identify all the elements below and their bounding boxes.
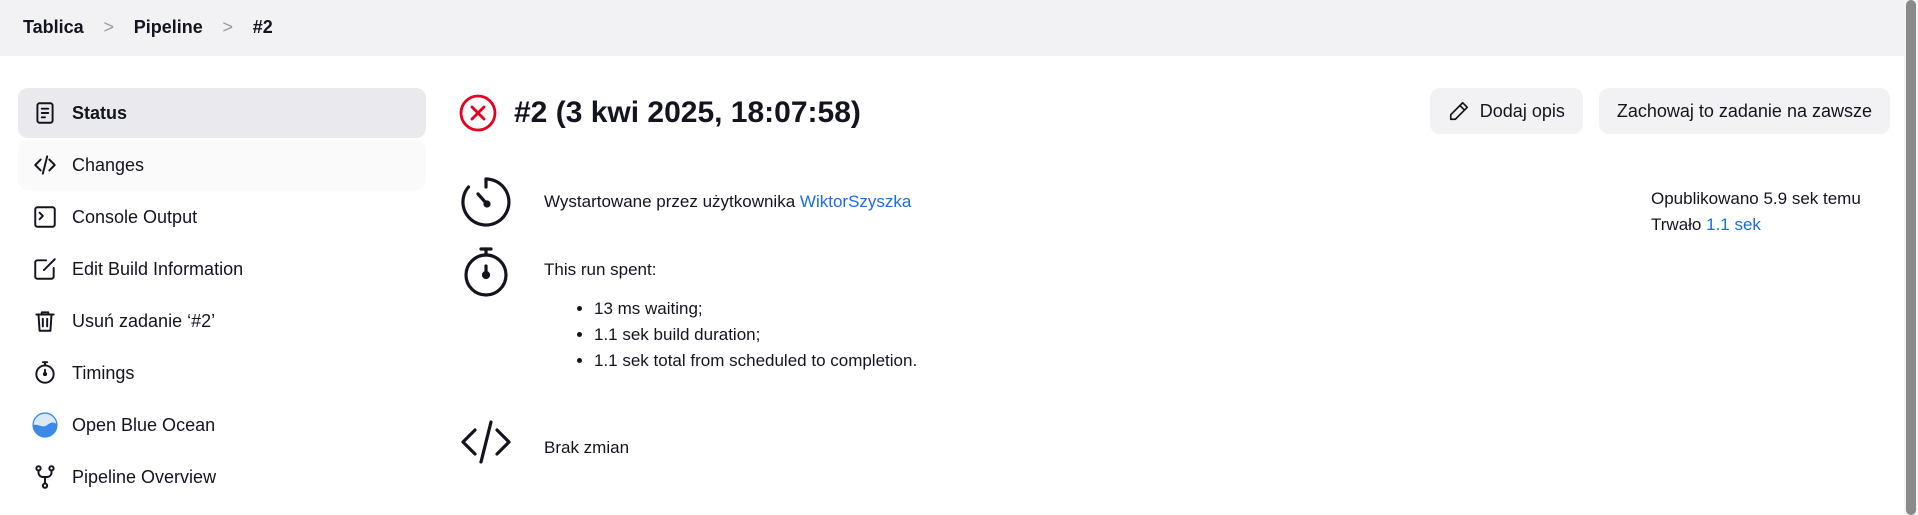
duration-link[interactable]: 1.1 sek — [1706, 215, 1761, 234]
keep-build-forever-label: Zachowaj to zadanie na zawsze — [1616, 100, 1872, 121]
sidebar-item-label: Open Blue Ocean — [72, 414, 216, 435]
sidebar-item-status[interactable]: Status — [18, 88, 426, 138]
breadcrumb: Tablica > Pipeline > #2 — [23, 17, 273, 38]
keep-build-forever-button[interactable]: Zachowaj to zadanie na zawsze — [1598, 88, 1890, 134]
sidebar-item-label: Edit Build Information — [72, 258, 244, 279]
page-title: #2 (3 kwi 2025, 18:07:58) — [514, 96, 861, 129]
changes-summary: Brak zmian — [458, 414, 629, 470]
sidebar-item-open-blue-ocean[interactable]: Open Blue Ocean — [18, 400, 426, 450]
terminal-icon — [32, 204, 58, 230]
stopwatch-icon — [464, 247, 508, 297]
sidebar-item-changes[interactable]: Changes — [18, 140, 426, 190]
breadcrumb-separator: > — [222, 17, 233, 37]
scrollbar-thumb[interactable] — [1906, 0, 1916, 515]
timer-icon — [461, 177, 511, 227]
blue-ocean-icon — [32, 412, 58, 438]
build-meta: Opublikowano 5.9 sek temu Trwało 1.1 sek — [1651, 186, 1861, 238]
stopwatch-icon — [32, 360, 58, 386]
sidebar-item-timings[interactable]: Timings — [18, 348, 426, 398]
timing-item-build-duration: 1.1 sek build duration; — [594, 322, 917, 348]
sidebar-item-label: Changes — [72, 154, 145, 175]
sidebar-item-label: Pipeline Overview — [72, 466, 217, 487]
sidebar-item-label: Console Output — [72, 206, 198, 227]
vertical-scrollbar[interactable] — [1904, 0, 1918, 515]
add-description-button[interactable]: Dodaj opis — [1429, 88, 1583, 134]
breadcrumb-separator: > — [103, 17, 114, 37]
sidebar-item-delete-build[interactable]: Usuń zadanie ‘#2’ — [18, 296, 426, 346]
pipeline-fork-icon — [32, 464, 58, 490]
failed-x-icon — [459, 94, 497, 132]
edit-icon — [32, 256, 58, 282]
breadcrumb-bar: Tablica > Pipeline > #2 — [0, 0, 1904, 56]
timing-item-waiting: 13 ms waiting; — [594, 296, 917, 322]
code-icon — [461, 420, 511, 464]
build-duration: Trwało 1.1 sek — [1651, 212, 1861, 238]
breadcrumb-item-dashboard[interactable]: Tablica — [23, 17, 84, 38]
started-by-prefix: Wystartowane przez użytkownika — [544, 192, 796, 211]
build-timing: This run spent: 13 ms waiting; 1.1 sek b… — [458, 244, 917, 374]
pencil-icon — [1449, 101, 1468, 121]
timing-item-total: 1.1 sek total from scheduled to completi… — [594, 348, 917, 374]
add-description-label: Dodaj opis — [1479, 100, 1565, 121]
code-icon — [32, 152, 58, 178]
document-icon — [32, 100, 58, 126]
sidebar-item-edit-build-information[interactable]: Edit Build Information — [18, 244, 426, 294]
user-link[interactable]: WiktorSzyszka — [800, 192, 911, 211]
breadcrumb-item-build[interactable]: #2 — [253, 17, 273, 38]
sidebar-item-label: Status — [72, 102, 128, 123]
sidebar-item-pipeline-overview[interactable]: Pipeline Overview — [18, 452, 426, 502]
sidebar-item-console-output[interactable]: Console Output — [18, 192, 426, 242]
no-changes-text: Brak zmian — [544, 438, 630, 457]
timing-list: 13 ms waiting; 1.1 sek build duration; 1… — [544, 296, 917, 374]
sidebar-item-label: Usuń zadanie ‘#2’ — [72, 310, 216, 331]
build-cause: Wystartowane przez użytkownika WiktorSzy… — [458, 174, 911, 230]
published-time: Opublikowano 5.9 sek temu — [1651, 189, 1861, 208]
trash-icon — [32, 308, 58, 334]
sidebar: Status Changes Console Output Edit Build… — [18, 88, 426, 504]
timing-summary: This run spent: 13 ms waiting; 1.1 sek b… — [544, 260, 917, 374]
duration-prefix: Trwało — [1651, 215, 1702, 234]
timing-heading: This run spent: — [544, 260, 657, 279]
sidebar-item-label: Timings — [72, 362, 135, 383]
build-header: #2 (3 kwi 2025, 18:07:58) — [458, 88, 861, 138]
breadcrumb-item-pipeline[interactable]: Pipeline — [134, 17, 203, 38]
build-actions: Dodaj opis Zachowaj to zadanie na zawsze — [1414, 88, 1890, 134]
started-by-text: Wystartowane przez użytkownika WiktorSzy… — [544, 192, 911, 212]
